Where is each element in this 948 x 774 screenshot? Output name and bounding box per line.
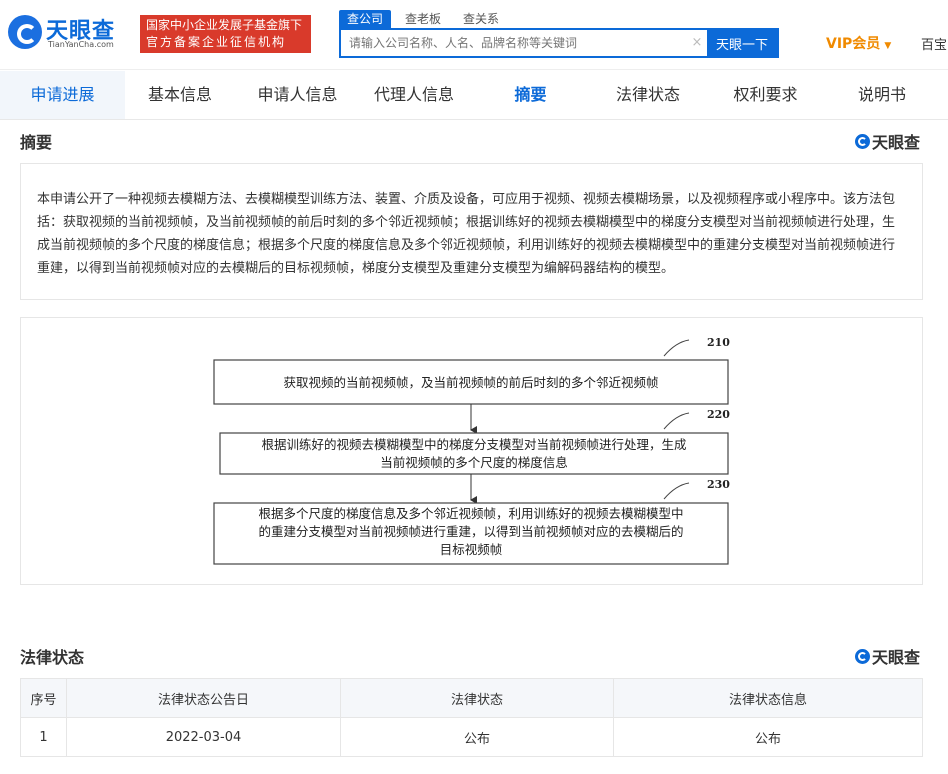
tab-agent-info[interactable]: 代理人信息 (360, 71, 468, 119)
top-header: 天眼查 TianYanCha.com 国家中小企业发展子基金旗下 官方备案企业征… (0, 0, 948, 70)
caret-down-icon: ▼ (884, 41, 892, 51)
search-input[interactable] (341, 30, 687, 56)
badge-line-1: 国家中小企业发展子基金旗下 (146, 18, 303, 32)
patent-nav-tabs: 申请进展 基本信息 申请人信息 代理人信息 摘要 法律状态 权利要求 说明书 (0, 71, 948, 120)
col-legal-status: 法律状态 (340, 678, 614, 718)
step-230-line-3: 目标视频帧 (440, 542, 503, 557)
abstract-figure: 210 获取视频的当前视频帧，及当前视频帧的前后时刻的多个邻近视频帧 220 根… (20, 317, 923, 585)
table-row: 1 2022-03-04 公布 公布 (20, 717, 923, 757)
search-bar: × 天眼一下 (339, 28, 779, 58)
site-logo[interactable]: 天眼查 TianYanCha.com (8, 10, 132, 56)
col-announcement-date: 法律状态公告日 (66, 678, 341, 718)
step-210-id: 210 (707, 336, 730, 349)
tab-claims[interactable]: 权利要求 (703, 71, 828, 119)
step-220-line-2: 当前视频帧的多个尺度的梯度信息 (380, 455, 568, 470)
table-header-row: 序号 法律状态公告日 法律状态 法律状态信息 (20, 678, 923, 718)
col-index: 序号 (20, 678, 67, 718)
search-type-tabs: 查公司 查老板 查关系 (339, 10, 507, 28)
search-tab-relation[interactable]: 查关系 (455, 10, 507, 28)
step-230-leader (663, 482, 690, 500)
step-210-text: 获取视频的当前视频帧，及当前视频帧的前后时刻的多个邻近视频帧 (283, 375, 658, 390)
logo-eye-icon (8, 15, 42, 49)
tab-description[interactable]: 说明书 (828, 71, 936, 119)
search-tab-company[interactable]: 查公司 (339, 10, 392, 28)
step-220-id: 220 (707, 408, 730, 421)
abstract-title: 摘要 (20, 133, 53, 152)
logo-subtext: TianYanCha.com (48, 40, 114, 49)
tab-applicant-info[interactable]: 申请人信息 (235, 71, 360, 119)
cell-legal-status-info: 公布 (613, 717, 923, 757)
tab-application-progress[interactable]: 申请进展 (0, 71, 125, 119)
flowchart-diagram: 210 获取视频的当前视频帧，及当前视频帧的前后时刻的多个邻近视频帧 220 根… (213, 336, 730, 565)
legal-status-title: 法律状态 (20, 648, 85, 667)
tab-abstract[interactable]: 摘要 (468, 71, 593, 119)
legal-brand-text: 天眼查 (871, 648, 920, 667)
tab-basic-info[interactable]: 基本信息 (125, 71, 235, 119)
step-210-leader (663, 339, 690, 357)
step-230-line-1: 根据多个尺度的梯度信息及多个邻近视频帧，利用训练好的视频去模糊模型中 (258, 506, 683, 521)
tianyancha-eye-icon (854, 648, 870, 664)
abstract-brand-text: 天眼查 (871, 133, 920, 152)
vip-label: VIP会员 (826, 36, 881, 52)
step-230-line-2: 的重建分支模型对当前视频帧进行重建，以得到当前视频帧对应的去模糊后的 (258, 524, 683, 539)
search-tab-boss[interactable]: 查老板 (397, 10, 449, 28)
step-230-id: 230 (707, 478, 730, 491)
legal-brand-logo: 天眼查 (854, 644, 920, 668)
abstract-text: 本申请公开了一种视频去模糊方法、去模糊模型训练方法、装置、介质及设备，可应用于视… (20, 163, 923, 300)
baibao-menu[interactable]: 百宝 (921, 34, 947, 53)
badge-line-2: 官方备案企业征信机构 (146, 35, 287, 49)
vip-member-menu[interactable]: VIP会员 ▼ (826, 33, 891, 53)
tianyancha-eye-icon (854, 133, 870, 149)
tab-legal-status[interactable]: 法律状态 (593, 71, 703, 119)
search-button[interactable]: 天眼一下 (707, 30, 777, 56)
cell-index: 1 (20, 717, 67, 757)
step-220-line-1: 根据训练好的视频去模糊模型中的梯度分支模型对当前视频帧进行处理，生成 (261, 437, 686, 452)
gov-certification-badge[interactable]: 国家中小企业发展子基金旗下 官方备案企业征信机构 (140, 15, 311, 53)
col-legal-status-info: 法律状态信息 (613, 678, 923, 718)
legal-status-table: 序号 法律状态公告日 法律状态 法律状态信息 1 2022-03-04 公布 公… (20, 678, 923, 757)
cell-legal-status: 公布 (340, 717, 614, 757)
abstract-brand-logo: 天眼查 (854, 129, 920, 153)
step-220-leader (663, 412, 690, 430)
clear-icon[interactable]: × (687, 30, 707, 56)
cell-announcement-date: 2022-03-04 (66, 717, 341, 757)
